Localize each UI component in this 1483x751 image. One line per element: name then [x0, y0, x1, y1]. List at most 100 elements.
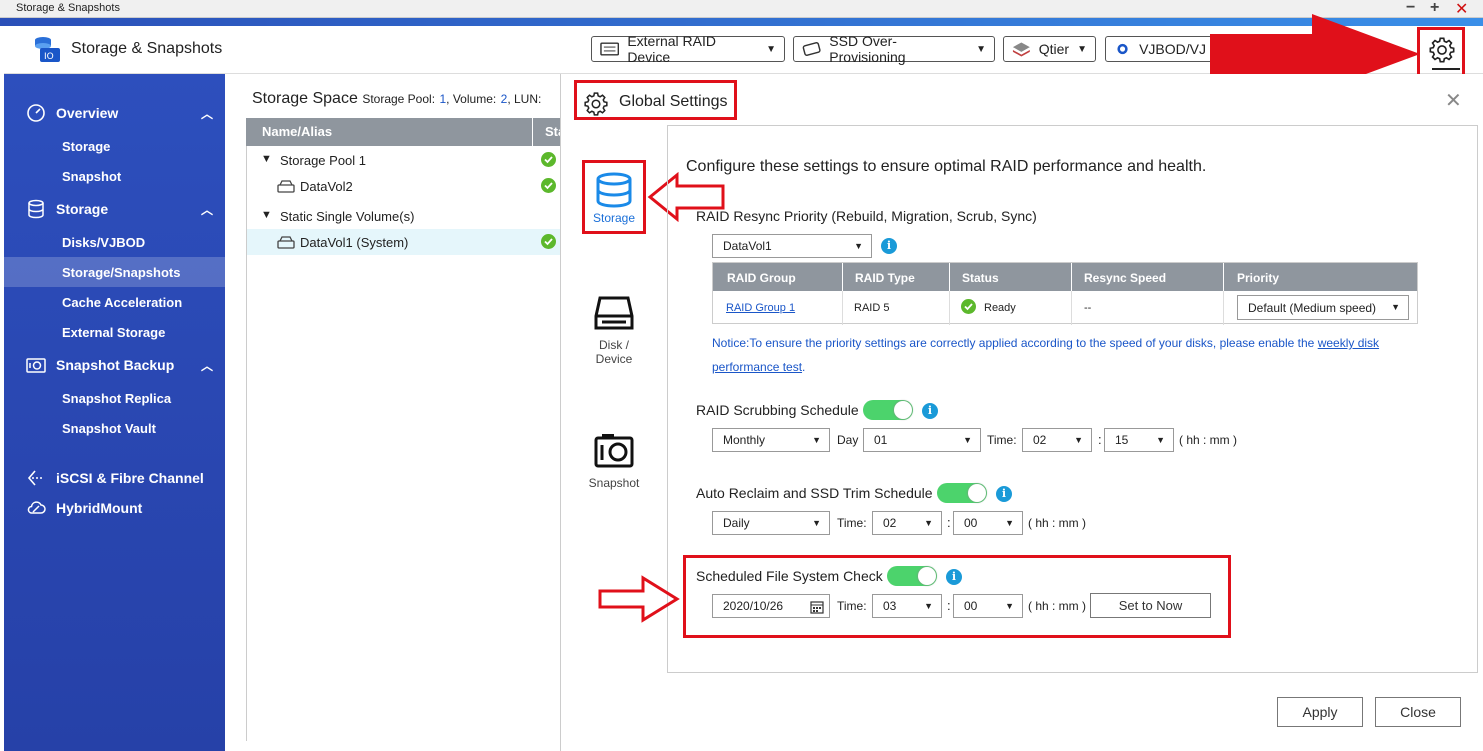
raid-group-link[interactable]: RAID Group 1 — [726, 302, 795, 314]
info-icon[interactable]: i — [922, 403, 938, 419]
svg-text:IO: IO — [44, 52, 54, 62]
sidebar-item-external-storage[interactable]: External Storage — [4, 317, 225, 347]
trim-toggle[interactable] — [937, 483, 987, 503]
sidebar-item-cache-acceleration[interactable]: Cache Acceleration — [4, 287, 225, 317]
check-circle-icon — [541, 178, 556, 193]
sidebar-section-label: HybridMount — [56, 500, 143, 516]
window-close-button[interactable]: ✕ — [1455, 0, 1468, 19]
column-header-raid-type: RAID Type — [855, 271, 915, 285]
date-value: 2020/10/26 — [723, 599, 784, 613]
trim-frequency-select[interactable]: Daily ▼ — [712, 511, 830, 535]
scrub-minute-select[interactable]: 15 ▼ — [1104, 428, 1174, 452]
tab-disk-device[interactable]: Disk / Device — [582, 294, 646, 366]
fs-check-label: Scheduled File System Check — [696, 568, 883, 584]
chevron-down-icon: ▼ — [1005, 518, 1014, 528]
chevron-down-icon: ▼ — [924, 518, 933, 528]
sidebar-item-disks[interactable]: Disks/VJBOD — [4, 227, 225, 257]
sidebar-item-snapshot-overview[interactable]: Snapshot — [4, 161, 225, 191]
table-row[interactable]: DataVol2 — [247, 173, 565, 199]
sidebar-section-overview[interactable]: Overview ︿ — [4, 98, 225, 128]
volume-select[interactable]: DataVol1 ▼ — [712, 234, 872, 258]
trim-minute-select[interactable]: 00 ▼ — [953, 511, 1023, 535]
sidebar-section-snapshot-backup[interactable]: Snapshot Backup ︿ — [4, 350, 225, 380]
fs-check-date-input[interactable]: 2020/10/26 — [712, 594, 830, 618]
chevron-down-icon: ▼ — [1156, 435, 1165, 445]
tab-storage[interactable]: Storage — [582, 160, 646, 234]
apply-button[interactable]: Apply — [1277, 697, 1363, 727]
chevron-down-icon[interactable]: ▼ — [261, 209, 272, 221]
chevron-up-icon[interactable]: ︿ — [201, 105, 213, 122]
pool-label: Storage Pool: — [362, 92, 436, 106]
close-icon[interactable]: ✕ — [1445, 88, 1462, 113]
vjbod-button[interactable]: VJBOD/VJ — [1105, 36, 1215, 62]
red-arrow-annotation — [598, 575, 680, 623]
fs-check-hour-select[interactable]: 03 ▼ — [872, 594, 942, 618]
time-label: Time: — [837, 516, 867, 530]
scrub-hour-select[interactable]: 02 ▼ — [1022, 428, 1092, 452]
sidebar-item-label: Disks/VJBOD — [62, 234, 146, 250]
column-header-raid-group: RAID Group — [727, 271, 796, 285]
sidebar-section-hybridmount[interactable]: HybridMount — [4, 493, 225, 523]
set-to-now-button[interactable]: Set to Now — [1090, 593, 1211, 618]
global-settings-dialog: Global Settings ✕ Storage Disk / Device … — [560, 74, 1483, 751]
day-label: Day — [837, 433, 859, 447]
resync-speed-value: -- — [1084, 302, 1092, 314]
disk-icon — [594, 296, 634, 330]
dialog-title: Global Settings — [574, 80, 737, 120]
info-icon[interactable]: i — [946, 569, 962, 585]
gear-icon[interactable] — [1428, 36, 1456, 64]
fs-check-minute-select[interactable]: 00 ▼ — [953, 594, 1023, 618]
table-row[interactable]: ▼ Storage Pool 1 — [247, 147, 565, 173]
tab-snapshot[interactable]: Snapshot — [582, 430, 646, 490]
fs-check-toggle[interactable] — [887, 566, 937, 586]
sidebar-item-storage-overview[interactable]: Storage — [4, 131, 225, 161]
trim-hour-select[interactable]: 02 ▼ — [872, 511, 942, 535]
ssd-icon — [802, 42, 821, 56]
scrub-frequency-select[interactable]: Monthly ▼ — [712, 428, 830, 452]
sidebar-section-label: Overview — [56, 105, 119, 121]
sidebar-item-storage-snapshots[interactable]: Storage/Snapshots — [4, 257, 225, 287]
column-header-name[interactable]: Name/Alias — [262, 124, 332, 139]
sidebar-item-snapshot-replica[interactable]: Snapshot Replica — [4, 383, 225, 413]
table-row-selected[interactable]: DataVol1 (System) — [247, 229, 565, 255]
time-label: Time: — [987, 433, 1017, 447]
chevron-up-icon[interactable]: ︿ — [201, 201, 213, 218]
qtier-icon — [1012, 42, 1030, 57]
volume-icon — [277, 236, 295, 249]
chevron-down-icon: ▼ — [854, 241, 863, 251]
priority-select[interactable]: Default (Medium speed) ▼ — [1237, 295, 1409, 320]
ssd-overprovisioning-button[interactable]: SSD Over-Provisioning ▼ — [793, 33, 995, 65]
external-raid-button[interactable]: External RAID Device ▼ — [591, 33, 785, 65]
info-icon[interactable]: i — [996, 486, 1012, 502]
select-value: Monthly — [723, 433, 766, 447]
status-value: Ready — [984, 302, 1016, 314]
sidebar-section-label: Snapshot Backup — [56, 357, 175, 373]
calendar-icon[interactable] — [810, 600, 824, 614]
chevron-down-icon[interactable]: ▼ — [261, 153, 272, 165]
info-icon[interactable]: i — [881, 238, 897, 254]
intro-text: Configure these settings to ensure optim… — [686, 158, 1207, 175]
cloud-icon — [27, 501, 46, 514]
sidebar-section-iscsi[interactable]: iSCSI & Fibre Channel — [4, 463, 225, 493]
select-value: 01 — [874, 433, 888, 447]
sidebar-item-label: Storage/Snapshots — [62, 264, 181, 280]
settings-content: Configure these settings to ensure optim… — [667, 125, 1478, 673]
chevron-down-icon: ▼ — [976, 43, 986, 55]
iscsi-icon — [27, 470, 44, 486]
scrubbing-toggle[interactable] — [863, 400, 913, 420]
table-row[interactable]: ▼ Static Single Volume(s) — [247, 203, 565, 229]
ssd-overprovisioning-label: SSD Over-Provisioning — [829, 33, 906, 65]
page-title-text: Storage Space — [252, 90, 358, 107]
notice-text: Notice:To ensure the priority settings a… — [712, 331, 1412, 379]
chevron-up-icon[interactable]: ︿ — [201, 357, 213, 374]
sidebar-item-snapshot-vault[interactable]: Snapshot Vault — [4, 413, 225, 443]
scrub-day-select[interactable]: 01 ▼ — [863, 428, 981, 452]
qtier-button[interactable]: Qtier ▼ — [1003, 36, 1096, 62]
tab-label: Storage — [592, 211, 636, 225]
maximize-button[interactable]: + — [1430, 0, 1439, 17]
chevron-down-icon: ▼ — [1077, 43, 1087, 55]
page-title: Storage Space Storage Pool: 1, Volume: 2… — [252, 90, 541, 108]
close-button[interactable]: Close — [1375, 697, 1461, 727]
sidebar-section-storage[interactable]: Storage ︿ — [4, 194, 225, 224]
notice-suffix: . — [802, 360, 806, 374]
